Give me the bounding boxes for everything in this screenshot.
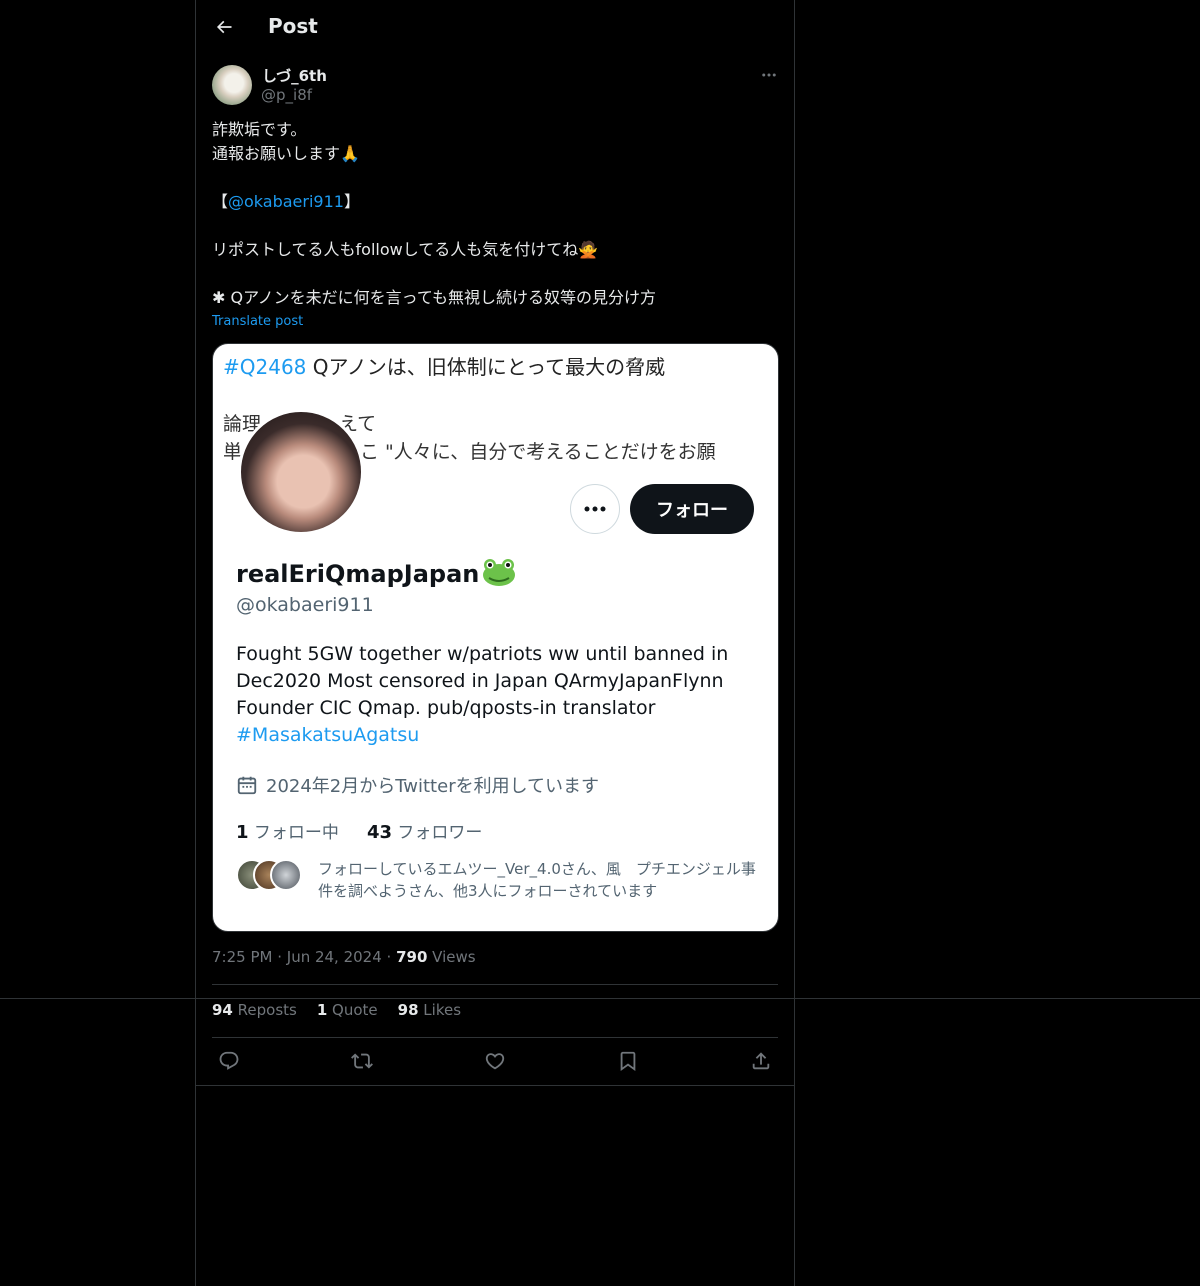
image-headline-text: Qアノンは、旧体制にとって最大の脅威 <box>306 355 666 379</box>
image-joined-date: 2024年2月からTwitterを利用しています <box>236 772 599 798</box>
quotes-stat[interactable]: 1 Quote <box>317 1001 378 1019</box>
image-profile-handle: @okabaeri911 <box>236 594 374 616</box>
post-header: Post <box>196 0 794 54</box>
like-button[interactable] <box>480 1046 510 1076</box>
likes-count: 98 <box>397 1001 419 1019</box>
image-follow-counts: 1 フォロー中 43 フォロワー <box>236 818 482 843</box>
image-headline: #Q2468 Qアノンは、旧体制にとって最大の脅威 <box>223 351 665 380</box>
bookmark-button[interactable] <box>613 1046 643 1076</box>
reply-button[interactable] <box>214 1046 244 1076</box>
image-profile-bio: Fought 5GW together w/patriots ww until … <box>236 641 756 749</box>
image-profile-name: realEriQmapJapan <box>236 557 517 593</box>
engagement-stats: 94 Reposts 1 Quote 98 Likes <box>212 1001 461 1019</box>
image-follower-avatars <box>236 859 302 891</box>
image-following-count: 1 <box>236 822 249 843</box>
image-bio-text: Fought 5GW together w/patriots ww until … <box>236 643 729 719</box>
separator: · <box>381 948 397 966</box>
image-followers-label: フォロワー <box>392 823 483 843</box>
mention-link[interactable]: @okabaeri911 <box>228 192 344 211</box>
reposts-label: Reposts <box>232 1001 297 1019</box>
image-line-end: こ "人々に、自分で考えることだけをお願 <box>360 441 716 463</box>
share-button[interactable] <box>746 1046 776 1076</box>
reposts-stat[interactable]: 94 Reposts <box>212 1001 297 1019</box>
more-options-button[interactable] <box>758 66 780 84</box>
image-profile-name-text: realEriQmapJapan <box>236 560 480 588</box>
likes-stat[interactable]: 98 Likes <box>398 1001 461 1019</box>
tweet-line: 通報お願いします🙏 <box>212 144 360 163</box>
back-button[interactable] <box>208 11 240 43</box>
author-handle[interactable]: @p_i8f <box>261 86 312 104</box>
image-joined-text: 2024年2月からTwitterを利用しています <box>266 776 600 797</box>
avatar[interactable] <box>212 65 252 105</box>
page-title: Post <box>268 14 318 38</box>
attached-image[interactable]: #Q2468 Qアノンは、旧体制にとって最大の脅威 論理 えて 単こ "人々に、自… <box>212 343 779 932</box>
post-time[interactable]: 7:25 PM <box>212 948 272 966</box>
views-count: 790 <box>396 948 428 966</box>
mention-bracket: 【 <box>212 192 229 211</box>
image-follow-button: フォロー <box>630 484 754 534</box>
share-icon <box>752 1052 770 1070</box>
mention-bracket: 】 <box>343 192 360 211</box>
repost-icon <box>351 1053 373 1069</box>
tweet-text: 詐欺垢です。 通報お願いします🙏 【@okabaeri911】 リポストしてる人… <box>212 118 780 310</box>
tweet-line: リポストしてる人もfollowしてる人も気を付けてね🙅 <box>212 240 599 259</box>
author-display-name[interactable]: しづ_6th <box>262 65 327 86</box>
calendar-icon <box>237 776 257 795</box>
arrow-left-icon <box>216 20 232 34</box>
reposts-count: 94 <box>212 1001 233 1019</box>
heart-icon <box>485 1053 505 1070</box>
quotes-label: Quote <box>327 1001 378 1019</box>
profile-picture <box>238 409 364 535</box>
more-icon <box>762 73 776 77</box>
image-hashtag: #Q2468 <box>223 355 307 379</box>
image-followed-by: フォローしているエムツー_Ver_4.0さん、風 プチエンジェル事件を調べようさ… <box>318 860 756 900</box>
tweet-line: 詐欺垢です。 <box>212 120 307 139</box>
follower-avatar <box>270 859 302 891</box>
divider <box>196 1085 794 1086</box>
frog-icon <box>481 557 517 593</box>
tweet-line: ✱ Qアノンを未だに何を言っても無視し続ける奴等の見分け方 <box>212 288 657 307</box>
image-more-button <box>570 484 620 534</box>
more-icon <box>584 506 606 512</box>
bookmark-icon <box>620 1051 636 1072</box>
quotes-count: 1 <box>316 1001 328 1019</box>
image-following-label: フォロー中 <box>248 823 339 843</box>
divider <box>212 1037 778 1038</box>
divider <box>212 984 778 985</box>
action-bar <box>212 1046 778 1076</box>
separator: · <box>272 948 287 966</box>
reply-icon <box>219 1051 239 1070</box>
translate-post-link[interactable]: Translate post <box>212 314 303 329</box>
image-followers-count: 43 <box>366 822 392 843</box>
post-date[interactable]: Jun 24, 2024 <box>287 948 382 966</box>
repost-button[interactable] <box>347 1046 377 1076</box>
image-bio-hashtag: #MasakatsuAgatsu <box>236 724 420 746</box>
views-label: Views <box>427 948 476 966</box>
post-column: Post しづ_6th @p_i8f 詐欺垢です。 通報お願いします🙏 【@ok… <box>195 0 795 1286</box>
post-timestamp: 7:25 PM · Jun 24, 2024 · 790 Views <box>212 948 476 966</box>
likes-label: Likes <box>418 1001 462 1019</box>
